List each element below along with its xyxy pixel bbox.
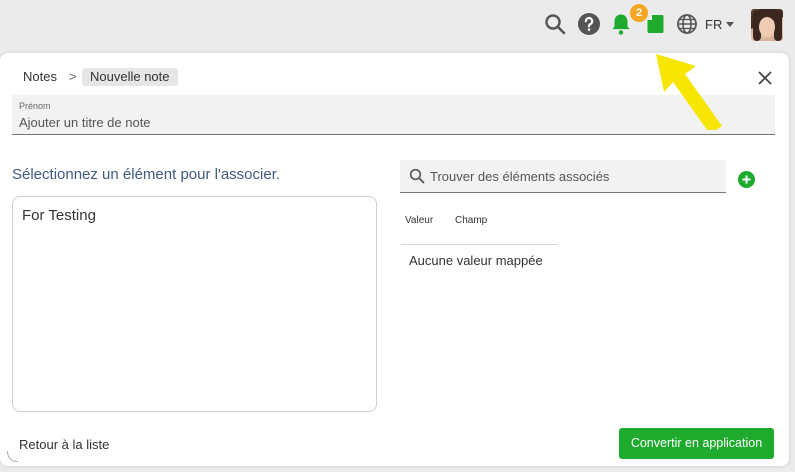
- convert-to-application-button[interactable]: Convertir en application: [619, 428, 774, 459]
- search-icon: [409, 168, 425, 184]
- avatar[interactable]: [751, 9, 783, 41]
- back-to-list-link[interactable]: Retour à la liste: [19, 437, 109, 452]
- column-header-value[interactable]: Valeur: [405, 215, 433, 226]
- search-placeholder: Trouver des éléments associés: [430, 169, 610, 184]
- breadcrumb-notes[interactable]: Notes: [23, 69, 57, 84]
- help-icon[interactable]: [577, 12, 601, 36]
- annotation-arrow-icon: [656, 54, 722, 130]
- globe-icon[interactable]: [675, 12, 699, 36]
- language-selector[interactable]: FR: [705, 17, 722, 32]
- note-title-label: Prénom: [19, 101, 51, 111]
- breadcrumb-current: Nouvelle note: [82, 68, 178, 86]
- note-content-area[interactable]: For Testing: [12, 196, 377, 412]
- plus-icon: [742, 175, 751, 184]
- empty-table-message: Aucune valeur mappée: [409, 253, 543, 268]
- table-divider: [401, 244, 558, 245]
- search-icon[interactable]: [543, 12, 567, 36]
- close-icon[interactable]: [756, 69, 774, 87]
- breadcrumb-separator-icon: >: [69, 69, 77, 84]
- note-title-input[interactable]: Ajouter un titre de note: [19, 115, 151, 130]
- column-header-field[interactable]: Champ: [455, 215, 487, 226]
- associated-search-input[interactable]: Trouver des éléments associés: [400, 160, 726, 193]
- note-icon[interactable]: [643, 12, 667, 36]
- chevron-down-icon[interactable]: [726, 22, 734, 27]
- add-association-button[interactable]: [738, 171, 755, 188]
- note-content-text[interactable]: For Testing: [22, 207, 96, 224]
- associate-heading: Sélectionnez un élément pour l'associer.: [12, 166, 281, 183]
